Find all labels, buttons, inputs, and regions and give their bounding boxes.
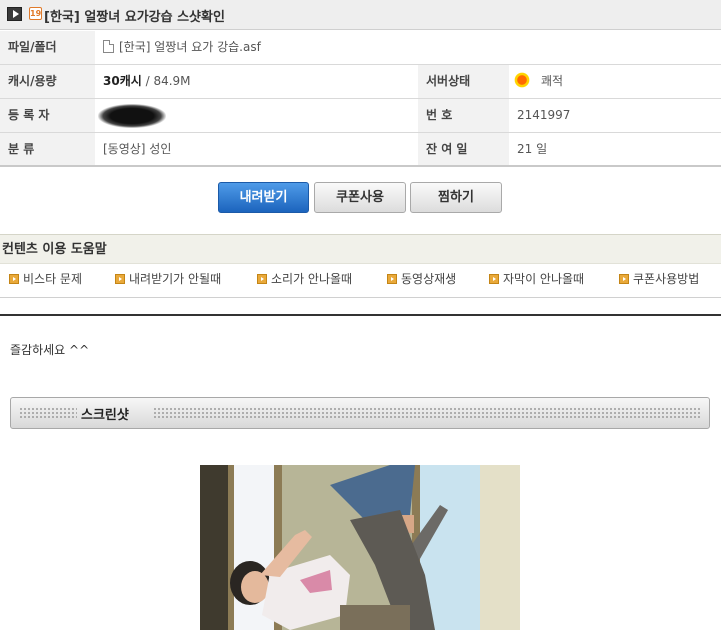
dotted-pattern	[153, 407, 701, 419]
help-title: 컨텐츠 이용 도움말	[0, 235, 721, 264]
category-row: 분 류 [동영상] 성인 잔 여 일 21 일	[0, 133, 721, 167]
category-label: 분 류	[0, 133, 95, 165]
status-text: 쾌적	[541, 74, 564, 88]
number-label: 번 호	[418, 99, 509, 132]
dotted-pattern	[19, 407, 77, 419]
file-name-text: [한국] 얼짱녀 요가 강습.asf	[119, 40, 261, 54]
days-label: 잔 여 일	[418, 133, 509, 165]
category-value: [동영상] 성인	[103, 142, 172, 156]
description-text: 즐감하세요 ^^	[10, 343, 90, 357]
file-icon	[103, 40, 114, 53]
section-divider	[0, 314, 721, 316]
size-label: 캐시/용량	[0, 65, 95, 98]
uploader-row: 등 록 자 번 호 2141997	[0, 99, 721, 133]
help-link-playback[interactable]: 동영상재생	[387, 270, 456, 287]
help-link-subtitle[interactable]: 자막이 안나올때	[489, 270, 584, 287]
screenshot-photo	[200, 465, 520, 630]
age-restriction-icon: 19	[29, 7, 42, 20]
redacted-uploader-name	[98, 104, 166, 128]
file-info-table: 파일/폴더 [한국] 얼짱녀 요가 강습.asf 캐시/용량 30캐시 / 84…	[0, 31, 721, 167]
screenshot-image	[200, 465, 520, 630]
page-title: [한국] 얼짱녀 요가강습 스샷확인	[44, 10, 225, 25]
arrow-bullet-icon	[9, 274, 19, 284]
download-button[interactable]: 내려받기	[218, 182, 309, 213]
file-size: / 84.9M	[141, 74, 191, 88]
file-name[interactable]: [한국] 얼짱녀 요가 강습.asf	[103, 31, 261, 64]
play-icon	[7, 7, 22, 21]
days-value: 21 일	[517, 142, 548, 156]
screenshot-label: 스크린샷	[81, 408, 129, 423]
file-label: 파일/폴더	[0, 31, 95, 64]
help-link-download[interactable]: 내려받기가 안될때	[115, 270, 221, 287]
status-value: 쾌적	[513, 65, 564, 98]
screenshot-header: 스크린샷	[10, 397, 710, 429]
arrow-bullet-icon	[257, 274, 267, 284]
arrow-bullet-icon	[115, 274, 125, 284]
help-section: 컨텐츠 이용 도움말 비스타 문제 내려받기가 안될때 소리가 안나올때 동영상…	[0, 234, 721, 298]
arrow-bullet-icon	[489, 274, 499, 284]
help-link-sound[interactable]: 소리가 안나올때	[257, 270, 352, 287]
size-row: 캐시/용량 30캐시 / 84.9M 서버상태 쾌적	[0, 65, 721, 99]
help-link-vista[interactable]: 비스타 문제	[9, 270, 82, 287]
action-buttons: 내려받기 쿠폰사용 찜하기	[0, 182, 721, 214]
coupon-button[interactable]: 쿠폰사용	[314, 182, 406, 213]
help-link-coupon[interactable]: 쿠폰사용방법	[619, 270, 699, 287]
arrow-bullet-icon	[619, 274, 629, 284]
file-row: 파일/폴더 [한국] 얼짱녀 요가 강습.asf	[0, 31, 721, 65]
title-bar: 19 [한국] 얼짱녀 요가강습 스샷확인	[0, 0, 721, 30]
sun-icon	[513, 71, 531, 89]
size-value: 30캐시 / 84.9M	[103, 65, 191, 98]
arrow-bullet-icon	[387, 274, 397, 284]
cache-value: 30캐시	[103, 74, 142, 88]
bookmark-button[interactable]: 찜하기	[410, 182, 502, 213]
status-label: 서버상태	[418, 65, 509, 98]
number-value: 2141997	[517, 108, 571, 122]
uploader-label: 등 록 자	[0, 99, 95, 132]
